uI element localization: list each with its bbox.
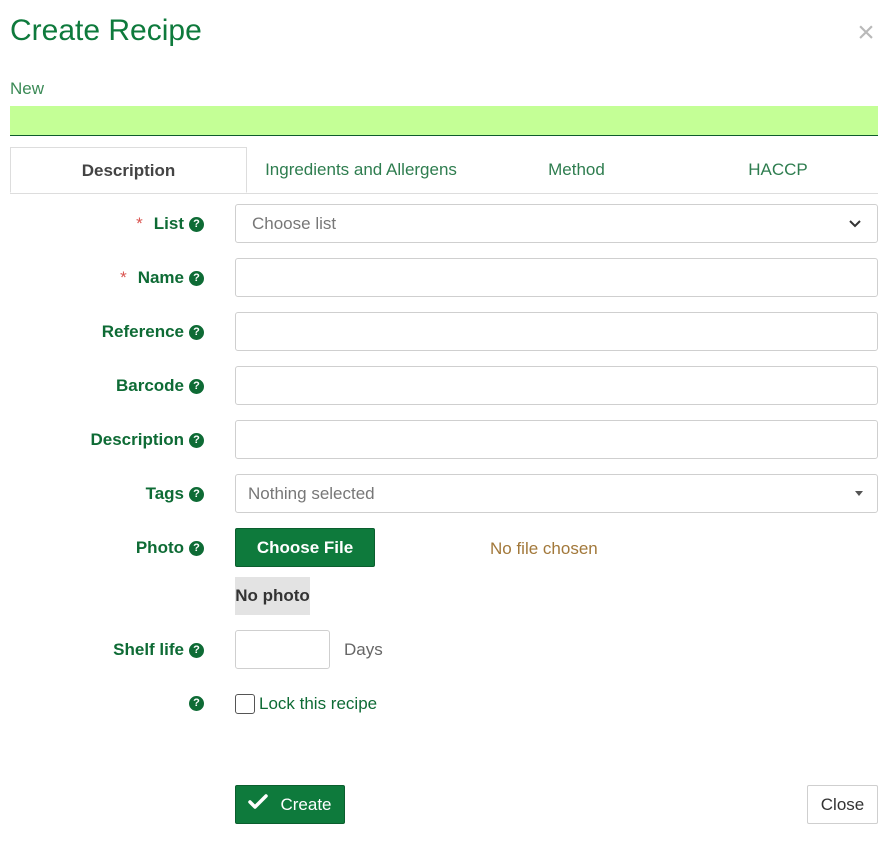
chevron-down-icon <box>849 215 861 233</box>
create-button-label: Create <box>280 794 332 814</box>
barcode-input[interactable] <box>235 366 878 405</box>
create-button[interactable]: Create <box>235 785 345 824</box>
file-status-text: No file chosen <box>490 539 598 558</box>
list-label: * List ? <box>136 214 204 234</box>
description-input[interactable] <box>235 420 878 459</box>
lock-recipe-label[interactable]: Lock this recipe <box>259 694 377 714</box>
question-circle-icon[interactable]: ? <box>189 324 204 340</box>
question-circle-icon[interactable]: ? <box>189 696 204 711</box>
question-circle-icon[interactable]: ? <box>189 378 204 394</box>
question-circle-icon[interactable]: ? <box>189 270 204 286</box>
status-bar <box>10 106 878 136</box>
list-select-placeholder: Choose list <box>252 213 337 233</box>
shelf-life-label: Shelf life ? <box>113 640 204 660</box>
check-icon <box>248 793 269 816</box>
caret-down-icon <box>855 491 863 496</box>
question-circle-icon[interactable]: ? <box>189 642 204 658</box>
tab-description[interactable]: Description <box>10 147 247 193</box>
barcode-label: Barcode ? <box>116 376 204 396</box>
lock-recipe-checkbox[interactable] <box>235 694 255 714</box>
required-marker: * <box>120 268 127 287</box>
shelf-life-input[interactable] <box>235 630 330 669</box>
tab-method[interactable]: Method <box>475 147 678 193</box>
list-select[interactable]: Choose list <box>235 204 878 243</box>
reference-label: Reference ? <box>102 322 204 342</box>
required-marker: * <box>136 214 143 233</box>
tab-bar: Description Ingredients and Allergens Me… <box>10 147 878 194</box>
tags-select[interactable]: Nothing selected <box>235 474 878 513</box>
question-circle-icon[interactable]: ? <box>189 540 204 556</box>
close-button[interactable]: Close <box>807 785 878 824</box>
reference-input[interactable] <box>235 312 878 351</box>
shelf-life-unit: Days <box>344 640 383 659</box>
name-input[interactable] <box>235 258 878 297</box>
tab-ingredients-allergens[interactable]: Ingredients and Allergens <box>247 147 475 193</box>
tab-haccp[interactable]: HACCP <box>678 147 878 193</box>
question-circle-icon[interactable]: ? <box>189 486 204 502</box>
tags-label: Tags ? <box>146 484 204 504</box>
name-label: * Name ? <box>120 268 204 288</box>
photo-preview-placeholder: No photo <box>235 577 310 615</box>
status-label: New <box>10 79 45 98</box>
modal-title: Create Recipe <box>10 14 202 47</box>
question-circle-icon[interactable]: ? <box>189 216 204 232</box>
choose-file-button[interactable]: Choose File <box>235 528 375 567</box>
tags-select-placeholder: Nothing selected <box>248 483 375 503</box>
photo-label: Photo ? <box>136 538 204 558</box>
question-circle-icon[interactable]: ? <box>189 432 204 448</box>
description-label: Description ? <box>90 430 204 450</box>
close-icon[interactable]: × <box>852 16 880 50</box>
